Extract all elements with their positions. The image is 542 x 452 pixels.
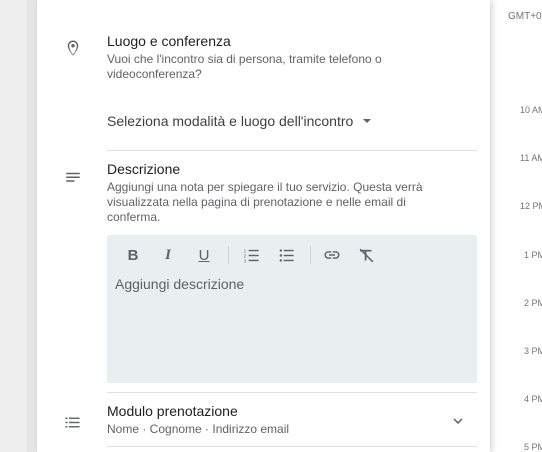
form-list-icon bbox=[65, 417, 80, 428]
insert-link-button[interactable] bbox=[322, 245, 342, 265]
description-title: Descrizione bbox=[107, 161, 181, 177]
bold-button[interactable]: B bbox=[126, 245, 140, 265]
editor-placeholder: Aggiungi descrizione bbox=[115, 276, 245, 292]
hour-label: 4 PM bbox=[524, 394, 542, 404]
timezone-label: GMT+01 bbox=[508, 11, 542, 22]
caret-down-icon bbox=[363, 119, 372, 123]
italic-button[interactable]: I bbox=[161, 245, 175, 265]
formatting-toolbar: B I U 1 2 3 bbox=[107, 235, 477, 275]
description-editor[interactable]: B I U 1 2 3 Aggiungi descrizione bbox=[107, 235, 477, 383]
underline-button[interactable]: U bbox=[196, 245, 212, 265]
booking-form-title: Modulo prenotazione bbox=[107, 403, 238, 419]
location-pin-icon bbox=[67, 40, 79, 56]
toolbar-separator bbox=[228, 246, 229, 264]
location-select-label: Seleziona modalità e luogo dell'incontro bbox=[107, 113, 354, 129]
calendar-preview: GMT+01 10 AM 11 AM 12 PM 1 PM 2 PM 3 PM … bbox=[490, 0, 542, 452]
hour-label: 2 PM bbox=[524, 298, 542, 308]
expand-booking-form-button[interactable] bbox=[446, 409, 470, 433]
booking-form-fields: Nome · Cognome · Indirizzo email bbox=[107, 422, 290, 436]
numbered-list-button[interactable]: 1 2 3 bbox=[242, 245, 260, 265]
svg-text:2: 2 bbox=[243, 253, 246, 258]
notes-icon bbox=[66, 172, 80, 182]
location-description: Vuoi che l'incontro sia di persona, tram… bbox=[107, 52, 382, 81]
divider bbox=[107, 150, 477, 151]
svg-text:3: 3 bbox=[243, 258, 246, 263]
clear-formatting-icon bbox=[359, 248, 373, 262]
divider bbox=[107, 392, 477, 393]
hour-label: 5 PM bbox=[524, 442, 542, 452]
clear-formatting-button[interactable] bbox=[357, 245, 375, 265]
toolbar-separator bbox=[310, 246, 311, 264]
chevron-down-icon bbox=[453, 418, 463, 424]
divider bbox=[107, 446, 477, 447]
description-help-text: Aggiungi una nota per spiegare il tuo se… bbox=[107, 180, 423, 224]
hour-label: 10 AM bbox=[520, 105, 542, 115]
hour-label: 11 AM bbox=[520, 153, 542, 163]
location-title: Luogo e conferenza bbox=[107, 33, 231, 49]
hour-label: 1 PM bbox=[524, 250, 542, 260]
hour-label: 12 PM bbox=[520, 201, 542, 211]
scrollbar-track[interactable] bbox=[27, 0, 37, 452]
location-select[interactable]: Seleziona modalità e luogo dell'incontro bbox=[107, 111, 372, 131]
svg-text:1: 1 bbox=[243, 248, 246, 253]
bulleted-list-button[interactable] bbox=[277, 245, 295, 265]
link-icon bbox=[324, 251, 340, 259]
hour-label: 3 PM bbox=[524, 346, 542, 356]
bulleted-list-icon bbox=[279, 248, 294, 262]
appointment-settings-panel: Luogo e conferenza Vuoi che l'incontro s… bbox=[37, 0, 490, 452]
numbered-list-icon: 1 2 3 bbox=[243, 248, 259, 263]
